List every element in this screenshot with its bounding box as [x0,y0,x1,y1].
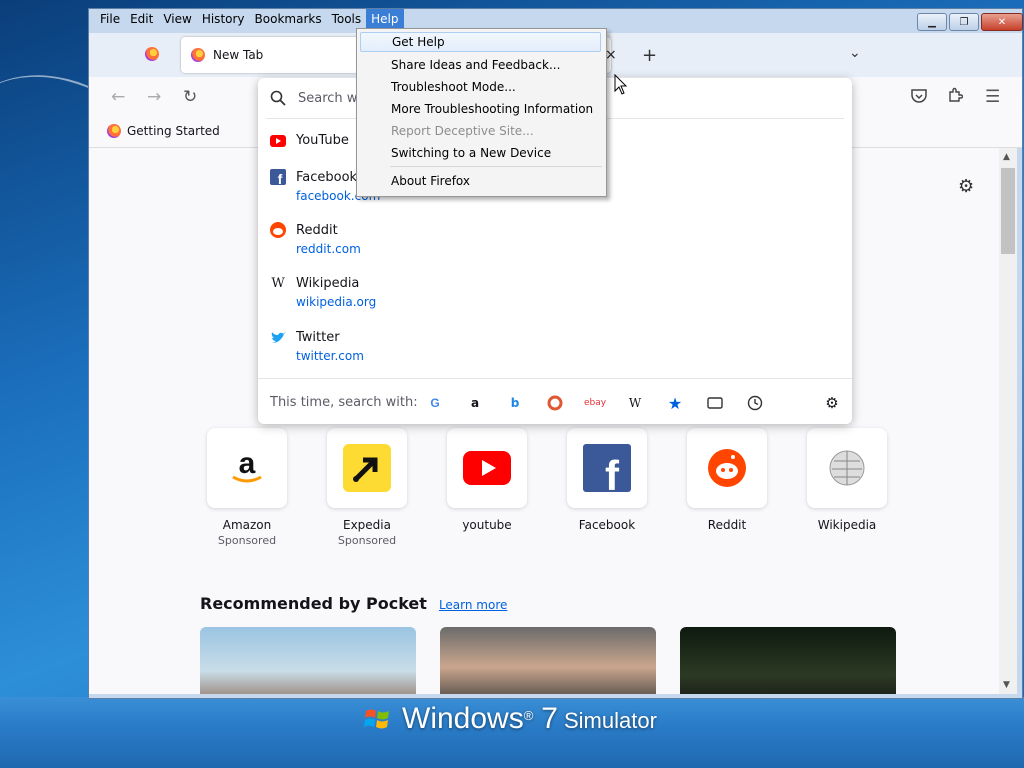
svg-text:f: f [278,171,283,185]
suggestion-youtube[interactable]: YouTube [270,133,349,148]
expedia-logo-icon [343,444,391,492]
svg-text:f: f [605,452,620,492]
menu-help[interactable]: Help [366,9,404,29]
tabs-icon[interactable] [706,394,724,412]
svg-text:a: a [239,451,256,480]
top-site-amazon[interactable]: a Amazon Sponsored [207,428,287,547]
reload-icon[interactable]: ↻ [183,87,197,107]
firefox-icon [107,124,121,138]
maximize-icon[interactable]: ❐ [949,13,979,31]
urlbar-input[interactable]: Search wi [270,90,361,106]
menu-separator [390,166,602,167]
menu-edit[interactable]: Edit [125,9,158,29]
pocket-header: Recommended by Pocket Learn more [200,594,507,613]
minimize-icon[interactable]: ▁ [917,13,947,31]
twitter-icon [271,331,286,343]
bookmark-label: Getting Started [127,124,220,138]
scroll-down-icon[interactable]: ▼ [1003,680,1010,690]
top-site-expedia[interactable]: Expedia Sponsored [327,428,407,547]
hamburger-menu-icon[interactable]: ☰ [985,87,1000,107]
help-get-help[interactable]: Get Help [360,32,601,52]
help-menu-popup: Get Help Share Ideas and Feedback... Tro… [356,28,607,197]
facebook-icon: f [270,169,286,185]
wikipedia-icon: W [271,276,285,291]
wikipedia-icon[interactable]: W [626,394,644,412]
help-about-firefox[interactable]: About Firefox [360,171,601,191]
google-icon[interactable]: G [426,394,444,412]
top-site-reddit[interactable]: Reddit [687,428,767,532]
urlbar-placeholder: Search wi [298,90,362,106]
close-window-icon[interactable]: ✕ [981,13,1023,31]
amazon-icon[interactable]: a [466,394,484,412]
back-icon[interactable]: ← [111,87,125,107]
suggestion-reddit[interactable]: Reddit reddit.com [270,222,361,256]
youtube-icon [270,134,286,147]
ebay-icon[interactable]: ebay [584,394,606,412]
pocket-card-image[interactable] [440,627,656,694]
youtube-logo-icon [463,451,511,485]
suggestion-twitter[interactable]: Twitter twitter.com [270,330,364,363]
pocket-icon[interactable] [911,89,927,109]
menu-bar: File Edit View History Bookmarks Tools H… [95,9,404,29]
scrollbar-thumb[interactable] [1001,168,1015,254]
mouse-cursor-icon [614,74,628,95]
bookmark-getting-started[interactable]: Getting Started [107,124,220,138]
amazon-logo-icon: a [232,451,262,483]
pocket-title: Recommended by Pocket [200,594,427,613]
menu-tools[interactable]: Tools [327,9,367,29]
duckduckgo-icon[interactable] [546,394,564,412]
pocket-learn-more-link[interactable]: Learn more [439,598,507,612]
menu-history[interactable]: History [197,9,250,29]
scroll-up-icon[interactable]: ▲ [1003,152,1010,162]
list-all-tabs-icon[interactable]: ⌄ [849,45,861,61]
tab-title: New Tab [213,48,264,62]
page-scrollbar[interactable]: ▲ ▼ [999,148,1017,694]
history-clock-icon[interactable] [746,394,764,412]
help-troubleshooting-info[interactable]: More Troubleshooting Information [360,99,601,119]
help-share-feedback[interactable]: Share Ideas and Feedback... [360,55,601,75]
help-report-deceptive-site: Report Deceptive Site... [391,124,534,138]
suggestion-wikipedia[interactable]: W Wikipedia wikipedia.org [270,276,376,309]
menu-view[interactable]: View [158,9,196,29]
search-with-label: This time, search with: [270,395,418,410]
window-controls: ▁ ❐ ✕ [917,13,1023,31]
firefox-pinned-tab-icon[interactable] [145,47,159,61]
top-site-facebook[interactable]: f Facebook [567,428,647,532]
help-troubleshoot-mode[interactable]: Troubleshoot Mode... [360,77,601,97]
help-switching-device[interactable]: Switching to a New Device [360,143,601,163]
search-icon [270,90,286,106]
facebook-logo-icon: f [583,444,631,492]
wikipedia-globe-icon [829,450,865,486]
top-site-youtube[interactable]: youtube [447,428,527,532]
new-tab-icon[interactable]: + [642,45,657,66]
firefox-icon [191,48,205,62]
menu-file[interactable]: File [95,9,125,29]
bookmarks-star-icon[interactable]: ★ [666,394,684,413]
forward-icon[interactable]: → [147,87,161,107]
menu-bookmarks[interactable]: Bookmarks [250,9,327,29]
pocket-card-image[interactable] [680,627,896,694]
windows-logo-icon [364,709,389,729]
top-site-wikipedia[interactable]: Wikipedia [807,428,887,532]
bing-icon[interactable]: b [506,394,524,412]
pocket-card-image[interactable] [200,627,416,694]
one-off-search-bar: This time, search with: G a b ebay W ★ ⚙ [258,378,852,425]
simulator-title: Windows® 7 Simulator [402,702,657,735]
extensions-icon[interactable] [947,87,964,108]
settings-gear-icon[interactable]: ⚙ [823,394,841,412]
personalize-gear-icon[interactable]: ⚙ [958,176,974,197]
reddit-icon [270,222,286,238]
reddit-logo-icon [708,449,746,487]
